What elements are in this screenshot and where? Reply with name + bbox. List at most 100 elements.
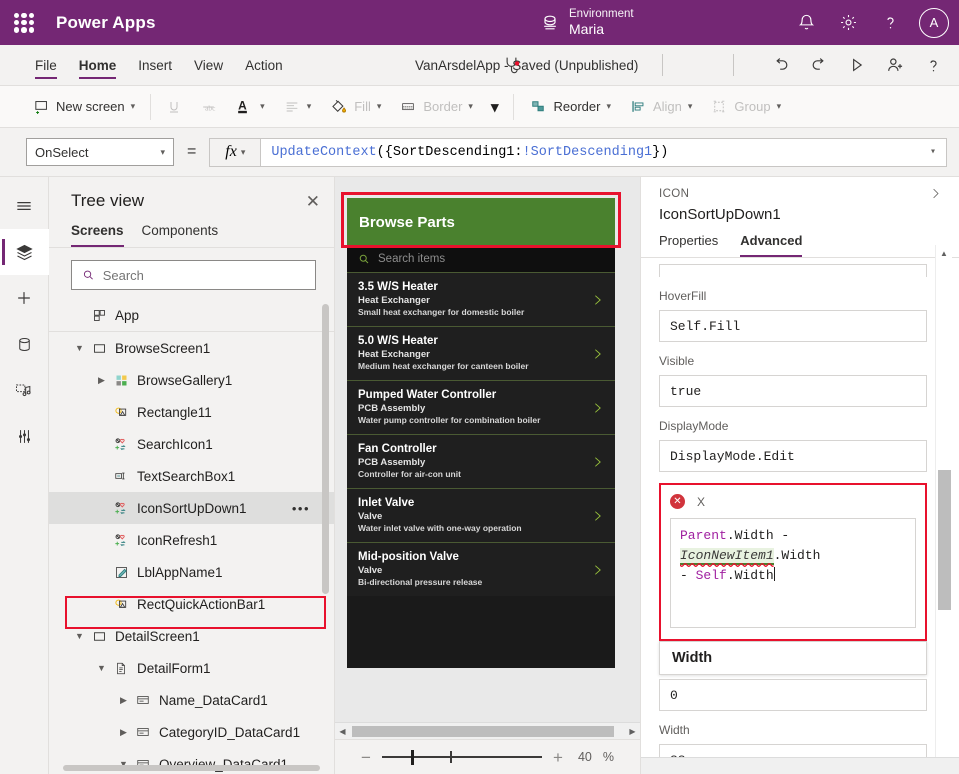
data-sources-icon[interactable] (0, 321, 49, 367)
waffle-menu-icon[interactable] (14, 13, 34, 33)
autocomplete-suggestion-width[interactable]: Width (659, 641, 927, 675)
reorder-button[interactable]: Reorder ▾ (520, 90, 620, 124)
chevron-right-icon[interactable] (591, 291, 604, 308)
new-screen-button[interactable]: New screen ▾ (24, 90, 144, 124)
menu-item-action[interactable]: Action (234, 45, 294, 86)
gallery-item[interactable]: Mid-position Valve Valve Bi-directional … (347, 542, 615, 596)
field-input-visible[interactable]: true (659, 375, 927, 407)
gallery-item[interactable]: 5.0 W/S Heater Heat Exchanger Medium hea… (347, 326, 615, 380)
field-input-width-zero[interactable]: 0 (659, 679, 927, 711)
canvas-scroll-track[interactable] (350, 726, 625, 737)
fx-button[interactable]: fx ▾ (209, 138, 261, 167)
menu-item-home[interactable]: Home (68, 45, 128, 86)
property-selector[interactable]: OnSelect ▾ (26, 138, 174, 166)
tree-node-rectquickactionbar1[interactable]: RectQuickActionBar1 (49, 588, 334, 620)
chevron-right-icon[interactable] (591, 453, 604, 470)
gallery-item[interactable]: 3.5 W/S Heater Heat Exchanger Small heat… (347, 272, 615, 326)
gallery-item[interactable]: Inlet Valve Valve Water inlet valve with… (347, 488, 615, 542)
tree-node-categoryid-datacard1[interactable]: ▶ CategoryID_DataCard1 (49, 716, 334, 748)
brand-title[interactable]: Power Apps (56, 13, 156, 33)
chevron-right-icon[interactable] (591, 345, 604, 362)
scroll-left-arrow-icon[interactable]: ◀ (335, 727, 350, 736)
tree-node-app[interactable]: App (49, 300, 334, 332)
zoom-out-button[interactable]: − (361, 749, 371, 766)
chevron-right-icon[interactable] (591, 561, 604, 578)
tree-node-name-datacard1[interactable]: ▶ Name_DataCard1 (49, 684, 334, 716)
text-align-button[interactable]: ▾ (274, 90, 321, 124)
help-question-icon[interactable] (871, 4, 909, 42)
properties-vertical-scrollbar[interactable]: ▲ ▼ (935, 245, 952, 774)
error-close-icon[interactable]: ✕ (670, 494, 685, 509)
tab-advanced[interactable]: Advanced (740, 233, 802, 257)
font-color-button[interactable]: A ▾ (226, 90, 274, 124)
advanced-tools-icon[interactable] (0, 413, 49, 459)
chevron-right-icon[interactable]: ▶ (115, 727, 132, 738)
zoom-slider-handle[interactable] (411, 750, 414, 765)
tree-node-searchicon1[interactable]: SearchIcon1 (49, 428, 334, 460)
close-icon[interactable]: ✕ (306, 193, 320, 210)
scroll-right-arrow-icon[interactable]: ▶ (625, 727, 640, 736)
chevron-right-icon[interactable] (928, 186, 943, 206)
menu-item-insert[interactable]: Insert (127, 45, 183, 86)
tree-node-iconrefresh1[interactable]: IconRefresh1 (49, 524, 334, 556)
ribbon-more-button[interactable]: ▾ (482, 90, 508, 124)
insert-plus-icon[interactable] (0, 275, 49, 321)
canvas-horizontal-scrollbar[interactable]: ◀ ▶ (335, 722, 640, 739)
chevron-down-icon[interactable]: ▼ (71, 343, 88, 353)
scroll-up-arrow-icon[interactable]: ▲ (936, 245, 952, 262)
app-checker-icon[interactable] (493, 48, 529, 82)
zoom-in-button[interactable]: + (553, 749, 563, 766)
tree-node-browsescreen1[interactable]: ▼ BrowseScreen1 (49, 332, 334, 364)
chevron-right-icon[interactable] (591, 399, 604, 416)
zoom-slider[interactable] (382, 750, 542, 764)
gallery-item[interactable]: Pumped Water Controller PCB Assembly Wat… (347, 380, 615, 434)
tree-node-textsearchbox1[interactable]: TextSearchBox1 (49, 460, 334, 492)
tab-components[interactable]: Components (142, 219, 219, 247)
environment-selector[interactable]: Environment Maria (540, 0, 634, 45)
group-button[interactable]: Group ▾ (701, 90, 790, 124)
field-input-hoverfill[interactable]: Self.Fill (659, 310, 927, 342)
media-icon[interactable] (0, 367, 49, 413)
fill-button[interactable]: Fill ▾ (320, 90, 390, 124)
tree-node-more-icon[interactable]: ••• (292, 501, 310, 516)
strikethrough-button[interactable]: abc (191, 90, 226, 124)
preview-play-icon[interactable] (839, 48, 875, 82)
field-input-displaymode[interactable]: DisplayMode.Edit (659, 440, 927, 472)
align-button[interactable]: Align ▾ (620, 90, 701, 124)
chevron-right-icon[interactable]: ▶ (115, 695, 132, 706)
search-input[interactable] (103, 268, 305, 283)
tab-properties[interactable]: Properties (659, 233, 718, 257)
menu-item-file[interactable]: File (24, 45, 68, 86)
properties-scroll-thumb[interactable] (938, 470, 951, 610)
tree-vertical-scrollbar-thumb[interactable] (322, 304, 329, 594)
tree-view-layers-icon[interactable] (0, 229, 49, 275)
notifications-bell-icon[interactable] (787, 4, 825, 42)
tree-node-lblappname1[interactable]: LblAppName1 (49, 556, 334, 588)
chevron-down-icon[interactable]: ▼ (93, 663, 110, 673)
settings-gear-icon[interactable] (829, 4, 867, 42)
hamburger-menu-icon[interactable] (0, 183, 49, 229)
canvas-viewport[interactable]: Browse Parts Search items 3.5 W/S Heater… (335, 177, 640, 722)
tree-node-iconsortupdown1[interactable]: IconSortUpDown1 ••• (49, 492, 334, 524)
chevron-down-icon[interactable]: ▾ (930, 146, 936, 158)
chevron-right-icon[interactable] (591, 507, 604, 524)
tree-node-detailscreen1[interactable]: ▼ DetailScreen1 (49, 620, 334, 652)
canvas-scroll-thumb[interactable] (352, 726, 614, 737)
tree-node-rectangle11[interactable]: Rectangle11 (49, 396, 334, 428)
gallery-item[interactable]: Fan Controller PCB Assembly Controller f… (347, 434, 615, 488)
underline-button[interactable] (157, 90, 191, 124)
formula-input[interactable]: UpdateContext({SortDescending1: !SortDes… (261, 138, 947, 167)
tree-node-browsegallery1[interactable]: ▶ BrowseGallery1 (49, 364, 334, 396)
field-input-x[interactable]: Parent.Width - IconNewItem1.Width- Self.… (670, 518, 916, 628)
gallery-header[interactable]: Browse Parts (347, 198, 615, 246)
tree-node-detailform1[interactable]: ▼ DetailForm1 (49, 652, 334, 684)
share-person-icon[interactable] (877, 48, 913, 82)
tree-search-box[interactable] (71, 260, 316, 290)
border-button[interactable]: Border ▾ (390, 90, 482, 124)
chevron-down-icon[interactable]: ▼ (71, 631, 88, 641)
tree-horizontal-scrollbar[interactable] (63, 765, 320, 771)
help-question-icon-menu[interactable] (915, 48, 951, 82)
tab-screens[interactable]: Screens (71, 219, 124, 247)
redo-icon[interactable] (801, 48, 837, 82)
menu-item-view[interactable]: View (183, 45, 234, 86)
